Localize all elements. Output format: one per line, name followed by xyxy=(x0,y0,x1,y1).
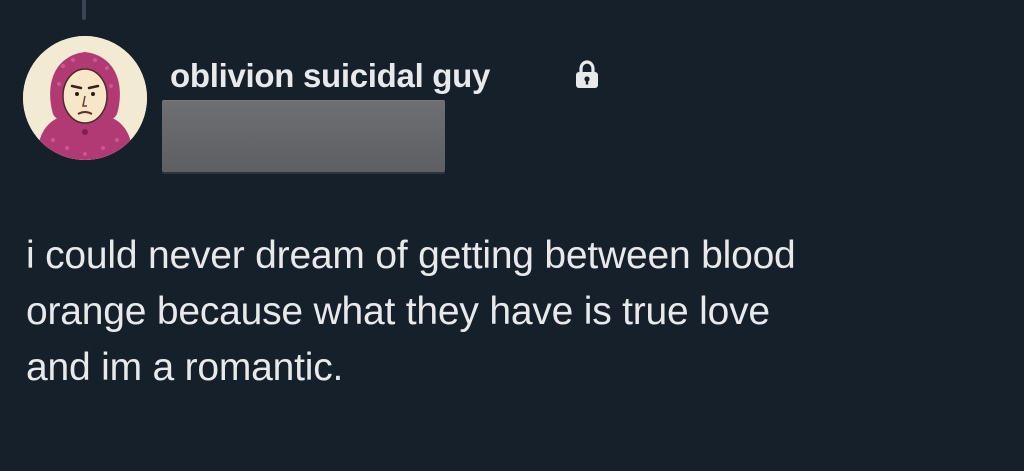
tweet-text-line: and im a romantic. xyxy=(26,346,344,389)
tweet-text: i could never dream of getting between b… xyxy=(26,228,986,396)
tweet-text-line: orange because what they have is true lo… xyxy=(26,290,770,333)
hooded-cartoon-avatar-icon xyxy=(23,36,147,160)
lock-icon xyxy=(576,60,598,88)
tweet-text-line: i could never dream of getting between b… xyxy=(26,234,796,277)
thread-connector-line xyxy=(82,0,86,20)
author-display-name[interactable]: oblivion suicidal guy xyxy=(170,56,490,96)
avatar[interactable] xyxy=(23,36,147,160)
redacted-handle-block xyxy=(162,100,445,172)
